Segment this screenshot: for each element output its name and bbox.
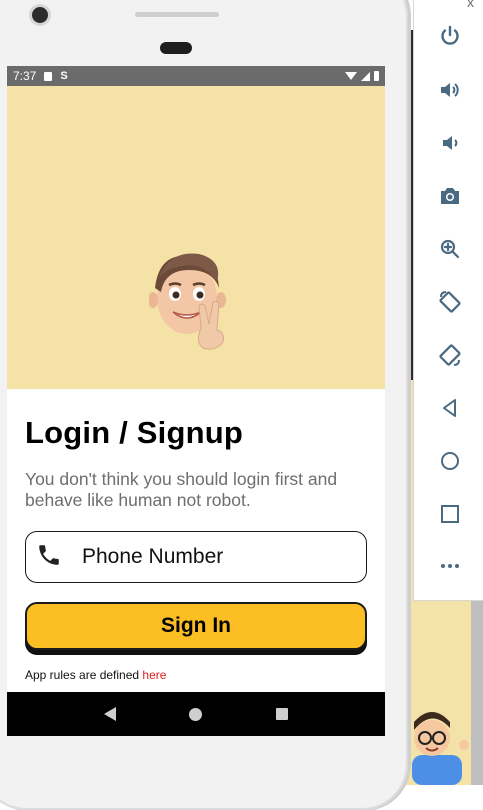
- status-time: 7:37: [13, 69, 37, 83]
- camera-icon[interactable]: [436, 182, 464, 210]
- front-camera: [32, 7, 48, 23]
- sync-icon: S: [60, 70, 68, 82]
- phone-number-input[interactable]: [80, 544, 324, 570]
- phone-icon: [36, 542, 62, 573]
- speaker-slit: [135, 12, 219, 17]
- android-nav-bar: [7, 692, 385, 736]
- rotate-right-icon[interactable]: [436, 341, 464, 369]
- sd-card-icon: [44, 71, 53, 81]
- signal-icon: [361, 71, 370, 81]
- background-memoji-icon: [402, 700, 472, 790]
- home-icon[interactable]: [436, 447, 464, 475]
- sign-in-button[interactable]: Sign In: [25, 602, 367, 650]
- rotate-left-icon[interactable]: [436, 288, 464, 316]
- page-title: Login / Signup: [25, 415, 244, 450]
- emulator-toolbar: x: [413, 0, 483, 601]
- nav-home-icon[interactable]: [189, 707, 203, 721]
- page-subtitle: You don't think you should login first a…: [25, 469, 338, 510]
- more-icon[interactable]: [436, 552, 464, 580]
- rules-link[interactable]: here: [142, 668, 166, 682]
- wifi-icon: [345, 72, 357, 80]
- phone-screen: 7:37 S Login / Signup You don't think yo…: [7, 66, 385, 736]
- rules-label: App rules are defined: [25, 668, 140, 682]
- status-bar: 7:37 S: [7, 66, 385, 86]
- memoji-peace-icon: [148, 248, 239, 363]
- hero-banner: [7, 86, 385, 389]
- battery-icon: [374, 71, 379, 81]
- nav-back-icon[interactable]: [103, 707, 116, 721]
- back-icon[interactable]: [436, 394, 464, 422]
- toolbar-close-icon[interactable]: x: [467, 0, 474, 10]
- nav-recents-icon[interactable]: [276, 708, 289, 720]
- phone-frame: 7:37 S Login / Signup You don't think yo…: [0, 0, 408, 810]
- zoom-icon[interactable]: [436, 235, 464, 263]
- earpiece: [160, 42, 192, 54]
- rules-text: App rules are defined here: [25, 668, 367, 682]
- volume-down-icon[interactable]: [436, 129, 464, 157]
- power-icon[interactable]: [436, 22, 464, 50]
- login-form: Login / Signup You don't think you shoul…: [7, 415, 385, 682]
- phone-number-field[interactable]: [25, 531, 367, 583]
- overview-icon[interactable]: [436, 500, 464, 528]
- volume-up-icon[interactable]: [436, 76, 464, 104]
